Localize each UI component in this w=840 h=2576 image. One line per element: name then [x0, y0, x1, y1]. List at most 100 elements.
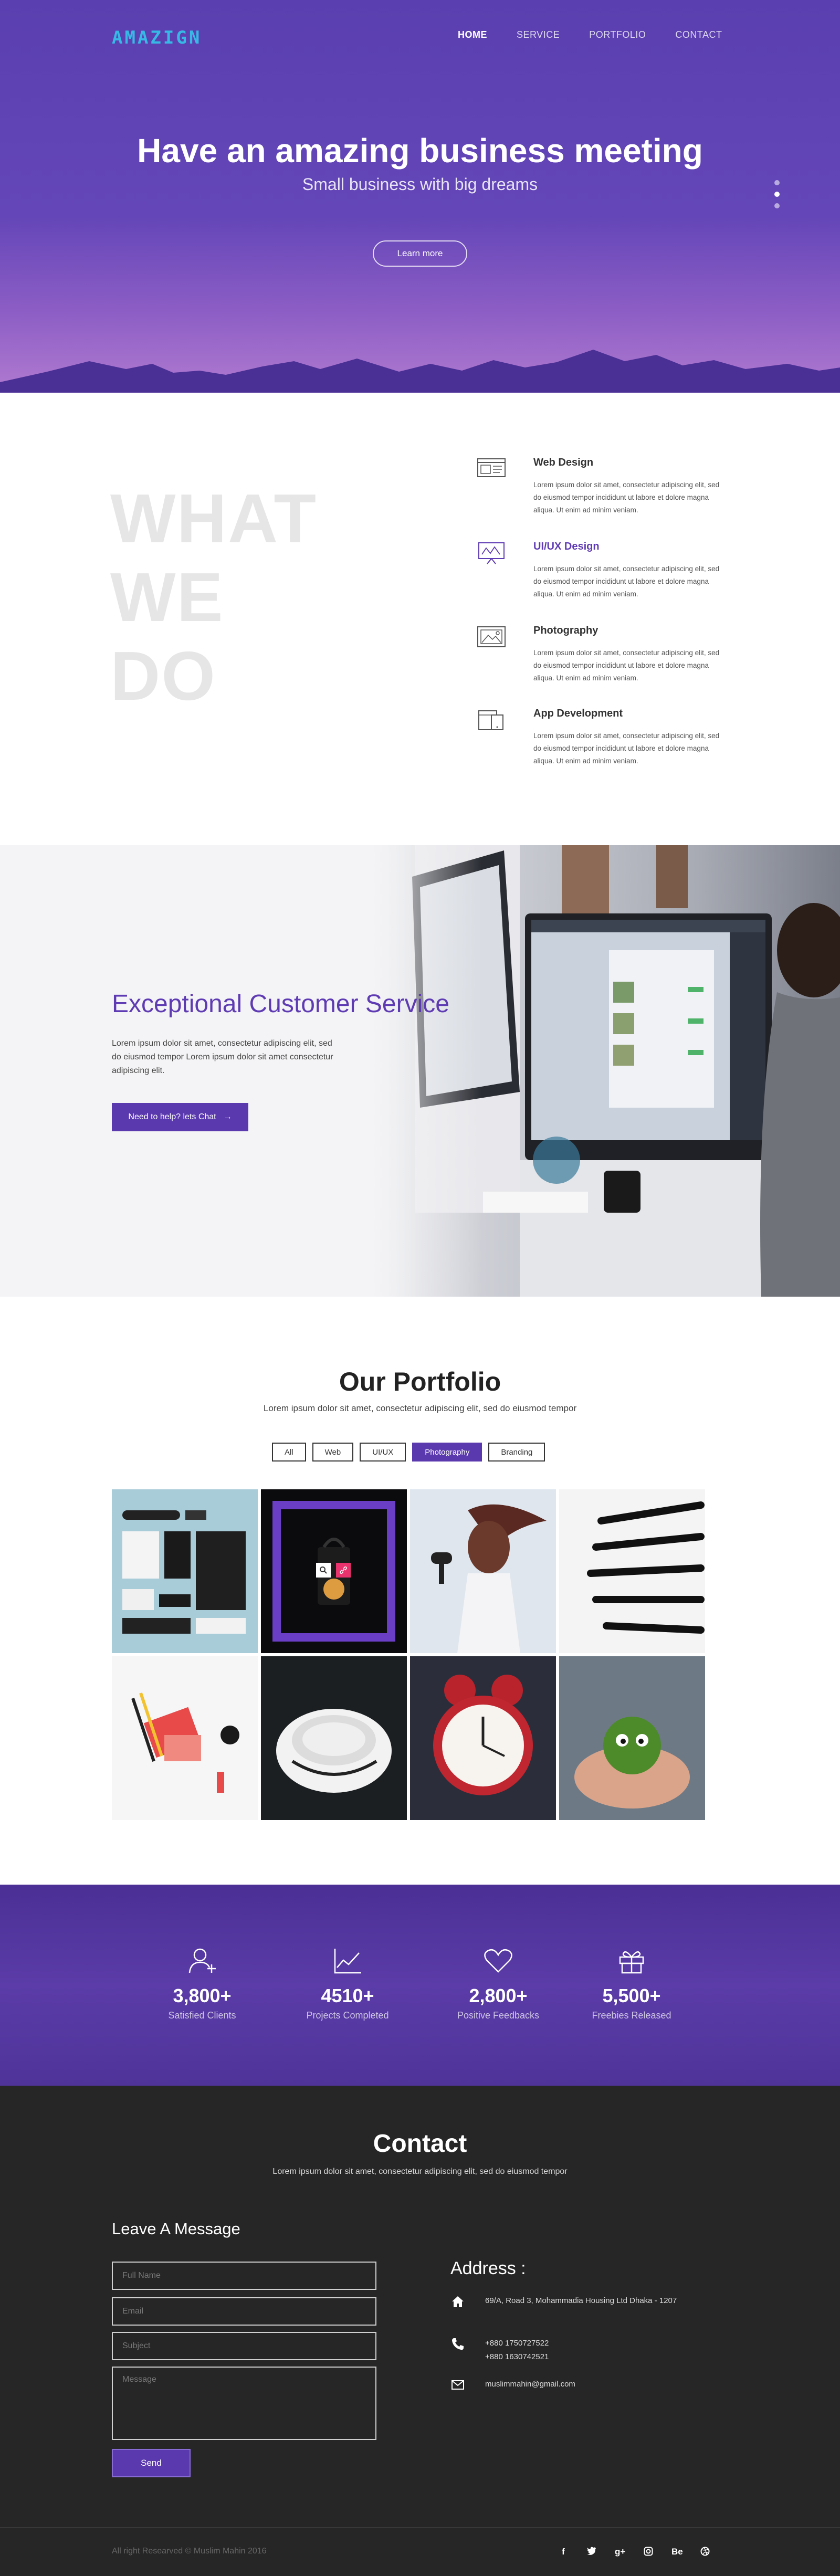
- chat-help-button[interactable]: Need to help? lets Chat →: [112, 1103, 248, 1131]
- filter-uiux[interactable]: UI/UX: [360, 1443, 406, 1462]
- nav-home[interactable]: HOME: [458, 29, 487, 40]
- stat-label: Satisfied Clients: [168, 2010, 236, 2021]
- stat-value: 3,800+: [173, 1985, 232, 2006]
- facebook-icon[interactable]: f: [558, 2547, 569, 2559]
- phone-icon: [452, 2338, 464, 2350]
- phone-1[interactable]: +880 1750727522: [485, 2337, 685, 2350]
- nav-service[interactable]: SERVICE: [517, 29, 560, 40]
- service-title: Photography: [533, 625, 598, 636]
- stat-satisfied-clients: 3,800+ Satisfied Clients: [134, 1947, 270, 2021]
- portfolio-item-ashtray[interactable]: [261, 1656, 407, 1820]
- instagram-icon[interactable]: [643, 2547, 654, 2559]
- service-title: App Development: [533, 708, 623, 719]
- full-name-field[interactable]: Full Name: [112, 2262, 376, 2290]
- phone-numbers: +880 1750727522 +880 1630742521: [485, 2337, 685, 2364]
- hero-subtitle: Small business with big dreams: [302, 175, 538, 194]
- service-uiux-design[interactable]: UI/UX Design Lorem ipsum dolor sit amet,…: [477, 541, 729, 609]
- filter-branding[interactable]: Branding: [488, 1443, 545, 1462]
- service-desc: Lorem ipsum dolor sit amet, consectetur …: [533, 481, 720, 514]
- design-easel-icon: [478, 542, 505, 564]
- hero-section: AMAZIGN HOME SERVICE PORTFOLIO CONTACT H…: [0, 0, 840, 393]
- copyright-text: All right Researved © Muslim Mahin 2016: [112, 2547, 267, 2556]
- portfolio-item-moss-ball[interactable]: [559, 1656, 705, 1820]
- google-plus-icon[interactable]: g+: [615, 2547, 625, 2559]
- link-icon[interactable]: [336, 1563, 351, 1578]
- chat-button-label: Need to help? lets Chat: [128, 1112, 216, 1121]
- hero-title: Have an amazing business meeting: [137, 132, 703, 170]
- portfolio-item-desk-items[interactable]: [112, 1656, 258, 1820]
- slider-dot-active[interactable]: [774, 192, 780, 197]
- service-desc: Lorem ipsum dolor sit amet, consectetur …: [533, 649, 720, 682]
- nav-portfolio[interactable]: PORTFOLIO: [589, 29, 646, 40]
- stat-freebies-released: 5,500+ Freebies Released: [563, 1947, 700, 2021]
- portfolio-item-pencils[interactable]: [559, 1489, 705, 1653]
- customer-service-title: Exceptional Customer Service: [112, 990, 449, 1018]
- service-photography[interactable]: Photography Lorem ipsum dolor sit amet, …: [477, 625, 729, 693]
- email-address[interactable]: muslimmahin@gmail.com: [485, 2378, 685, 2391]
- home-icon: [452, 2296, 464, 2307]
- service-desc: Lorem ipsum dolor sit amet, consectetur …: [533, 732, 720, 765]
- send-button[interactable]: Send: [112, 2449, 191, 2477]
- service-app-development[interactable]: App Development Lorem ipsum dolor sit am…: [477, 708, 729, 776]
- footer-divider: [0, 2527, 840, 2528]
- stat-value: 4510+: [321, 1985, 374, 2006]
- slider-dots: [774, 180, 780, 208]
- gift-icon: [619, 1951, 644, 1974]
- service-title: UI/UX Design: [533, 541, 600, 552]
- customer-service-text: Lorem ipsum dolor sit amet, consectetur …: [112, 1039, 333, 1075]
- learn-more-button[interactable]: Learn more: [373, 240, 467, 267]
- twitter-icon[interactable]: [586, 2547, 597, 2559]
- filter-web[interactable]: Web: [312, 1443, 354, 1462]
- arrow-right-icon: →: [223, 1112, 232, 1121]
- portfolio-item-hair-dryer[interactable]: [410, 1489, 556, 1653]
- stats-section: 3,800+ Satisfied Clients 4510+ Projects …: [0, 1885, 840, 2086]
- leave-message-title: Leave A Message: [112, 2220, 240, 2238]
- devices-icon: [478, 710, 503, 730]
- what-we-do-section: WHAT WE DO Web Design Lorem ipsum dolor …: [0, 393, 840, 845]
- portfolio-title: Our Portfolio: [339, 1367, 501, 1396]
- filter-all[interactable]: All: [272, 1443, 306, 1462]
- heart-icon: [484, 1949, 512, 1973]
- stat-projects-completed: 4510+ Projects Completed: [279, 1947, 416, 2021]
- dribbble-icon[interactable]: [700, 2547, 710, 2559]
- slider-dot[interactable]: [774, 180, 780, 185]
- main-nav: HOME SERVICE PORTFOLIO CONTACT: [458, 29, 722, 40]
- portfolio-section: Our Portfolio Lorem ipsum dolor sit amet…: [0, 1297, 840, 1885]
- service-web-design[interactable]: Web Design Lorem ipsum dolor sit amet, c…: [477, 457, 729, 525]
- office-desk-photo: [362, 845, 840, 1297]
- portfolio-item-stationery[interactable]: [112, 1489, 258, 1653]
- nav-contact[interactable]: CONTACT: [675, 29, 722, 40]
- portfolio-filters: All Web UI/UX Photography Branding: [272, 1443, 545, 1462]
- customer-service-section: Exceptional Customer Service Lorem ipsum…: [0, 845, 840, 1297]
- add-user-icon: [188, 1948, 216, 1973]
- social-links: f g+ Be: [558, 2547, 710, 2559]
- stat-value: 5,500+: [602, 1985, 661, 2006]
- stat-value: 2,800+: [469, 1985, 528, 2006]
- contact-title: Contact: [373, 2130, 467, 2158]
- stat-positive-feedbacks: 2,800+ Positive Feedbacks: [430, 1947, 566, 2021]
- email-field[interactable]: Email: [112, 2297, 376, 2326]
- stat-label: Positive Feedbacks: [457, 2010, 540, 2021]
- browser-window-icon: [477, 458, 506, 477]
- portfolio-item-alarm-clock[interactable]: [410, 1656, 556, 1820]
- behance-icon[interactable]: Be: [671, 2547, 683, 2559]
- what-we-do-heading: WHAT WE DO: [110, 480, 318, 714]
- portfolio-grid: [112, 1489, 705, 1820]
- zoom-icon[interactable]: [316, 1563, 331, 1578]
- subject-field[interactable]: Subject: [112, 2332, 376, 2360]
- portfolio-item-lantern[interactable]: [261, 1489, 407, 1653]
- filter-photography[interactable]: Photography: [412, 1443, 482, 1462]
- phone-2[interactable]: +880 1630742521: [485, 2350, 685, 2364]
- address-text: 69/A, Road 3, Mohammadia Housing Ltd Dha…: [485, 2296, 677, 2305]
- contact-section: Contact Lorem ipsum dolor sit amet, cons…: [0, 2086, 840, 2576]
- service-title: Web Design: [533, 457, 594, 468]
- message-field[interactable]: Message: [112, 2367, 376, 2440]
- slider-dot[interactable]: [774, 203, 780, 208]
- picture-icon: [477, 626, 506, 647]
- contact-subtitle: Lorem ipsum dolor sit amet, consectetur …: [272, 2167, 568, 2176]
- stat-label: Freebies Released: [592, 2010, 671, 2021]
- logo[interactable]: AMAZIGN: [112, 27, 202, 48]
- address-title: Address :: [450, 2258, 526, 2278]
- mountains-silhouette: [0, 350, 840, 393]
- portfolio-subtitle: Lorem ipsum dolor sit amet, consectetur …: [263, 1403, 577, 1413]
